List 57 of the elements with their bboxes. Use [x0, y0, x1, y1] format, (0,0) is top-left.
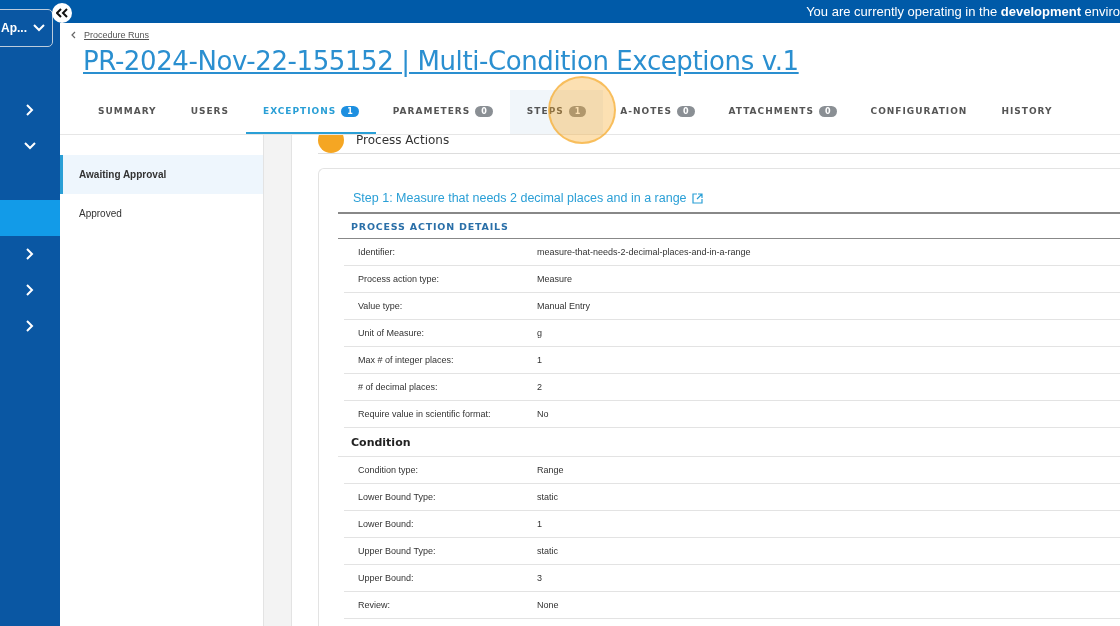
field-value: measure-that-needs-2-decimal-places-and-in-a-range — [537, 247, 751, 257]
breadcrumb-link[interactable]: Procedure Runs — [84, 30, 150, 40]
chevron-right-icon — [26, 248, 34, 260]
field-label: Require value in scientific format: — [357, 409, 492, 419]
field-label: Max # of integer places: — [357, 355, 455, 365]
count-badge: 1 — [341, 105, 359, 117]
external-link-icon — [691, 192, 703, 204]
field-value: Manual Entry — [537, 301, 591, 311]
field-value: static — [537, 492, 558, 502]
section-heading: Process Actions — [356, 135, 450, 147]
condition-heading: Condition — [338, 428, 1120, 457]
field-value: 2 — [537, 382, 542, 392]
field-value: 1 — [537, 355, 542, 365]
field-value: 3 — [537, 573, 542, 583]
page-title[interactable]: PR-2024-Nov-22-155152 | Multi-Condition Exceptions v.1 — [83, 46, 799, 76]
field-value: g — [537, 328, 542, 338]
chevron-down-icon — [24, 142, 36, 150]
filter-item[interactable]: Approved — [60, 194, 263, 233]
back-chevron-icon — [70, 31, 76, 39]
tab[interactable]: CONFIGURATION — [853, 90, 985, 134]
field-value: 1 — [537, 519, 542, 529]
environment-notice: You are currently operating in the development enviro — [806, 4, 1120, 19]
field-label: Upper Bound: — [357, 573, 415, 583]
count-badge: 0 — [475, 105, 493, 117]
tab[interactable]: A-NOTES 0 — [603, 90, 712, 134]
field-label: Identifier: — [357, 247, 397, 257]
tab[interactable]: PARAMETERS 0 — [375, 90, 510, 134]
app-switcher[interactable]: Ap... — [0, 9, 53, 47]
count-badge: 1 — [568, 105, 587, 117]
tab[interactable]: HISTORY — [984, 90, 1070, 134]
chevron-right-icon — [26, 104, 34, 116]
double-chevron-left-icon — [56, 8, 68, 18]
field-value: None — [537, 600, 559, 610]
field-value: Measure — [537, 274, 572, 284]
tab[interactable]: ATTACHMENTS 0 — [711, 90, 854, 134]
chevron-right-icon — [26, 320, 34, 332]
chevron-down-icon — [33, 24, 45, 32]
field-label: Value type: — [357, 301, 404, 311]
field-value: Range — [537, 465, 564, 475]
field-label: Lower Bound Type: — [357, 492, 437, 502]
chevron-right-icon — [26, 284, 34, 296]
field-label: Condition type: — [357, 465, 420, 475]
tab[interactable]: USERS — [173, 90, 246, 134]
field-label: Upper Bound Type: — [357, 546, 437, 556]
field-label: Unit of Measure: — [357, 328, 426, 338]
field-value: static — [537, 546, 558, 556]
field-label: Review: — [357, 600, 391, 610]
filter-item[interactable]: Awaiting Approval — [60, 155, 263, 194]
count-badge: 0 — [818, 105, 837, 117]
tab[interactable]: SUMMARY — [81, 90, 174, 134]
field-label: Process action type: — [357, 274, 441, 284]
sidebar-item[interactable] — [0, 200, 60, 236]
field-label: # of decimal places: — [357, 382, 439, 392]
field-value: No — [537, 409, 549, 419]
details-heading: PROCESS ACTION DETAILS — [338, 212, 1120, 239]
count-badge: 0 — [676, 105, 695, 117]
field-label: Lower Bound: — [357, 519, 415, 529]
